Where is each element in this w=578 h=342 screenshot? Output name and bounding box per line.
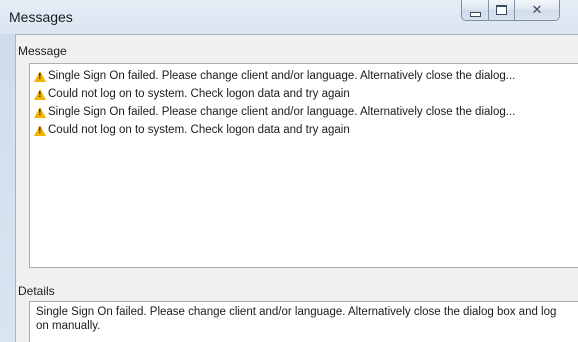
warning-icon — [34, 124, 46, 136]
maximize-icon — [496, 5, 507, 15]
details-section-label: Details — [18, 284, 55, 298]
message-list-item[interactable]: Single Sign On failed. Please change cli… — [30, 103, 578, 121]
details-text-box[interactable]: Single Sign On failed. Please change cli… — [29, 301, 578, 342]
maximize-button[interactable] — [488, 0, 514, 20]
message-list[interactable]: Single Sign On failed. Please change cli… — [29, 63, 578, 268]
warning-icon — [34, 106, 46, 118]
warning-icon — [34, 88, 46, 100]
message-text: Could not log on to system. Check logon … — [48, 88, 350, 100]
message-list-item[interactable]: Could not log on to system. Check logon … — [30, 121, 578, 139]
messages-window: Messages ✕ Message Single Sign On failed… — [0, 0, 578, 342]
message-list-item[interactable]: Single Sign On failed. Please change cli… — [30, 67, 578, 85]
window-title: Messages — [9, 9, 73, 25]
message-text: Single Sign On failed. Please change cli… — [48, 106, 516, 118]
message-list-item[interactable]: Could not log on to system. Check logon … — [30, 85, 578, 103]
close-button[interactable]: ✕ — [514, 0, 559, 20]
title-bar[interactable]: Messages ✕ — [0, 0, 578, 34]
minimize-icon — [469, 11, 481, 17]
warning-icon — [34, 70, 46, 82]
close-icon: ✕ — [531, 2, 543, 18]
message-section-label: Message — [18, 44, 67, 58]
message-text: Could not log on to system. Check logon … — [48, 124, 350, 136]
frame-left — [0, 34, 15, 342]
details-text: Single Sign On failed. Please change cli… — [36, 306, 557, 332]
minimize-button[interactable] — [462, 0, 488, 20]
caption-buttons: ✕ — [461, 0, 560, 21]
message-text: Single Sign On failed. Please change cli… — [48, 70, 516, 82]
